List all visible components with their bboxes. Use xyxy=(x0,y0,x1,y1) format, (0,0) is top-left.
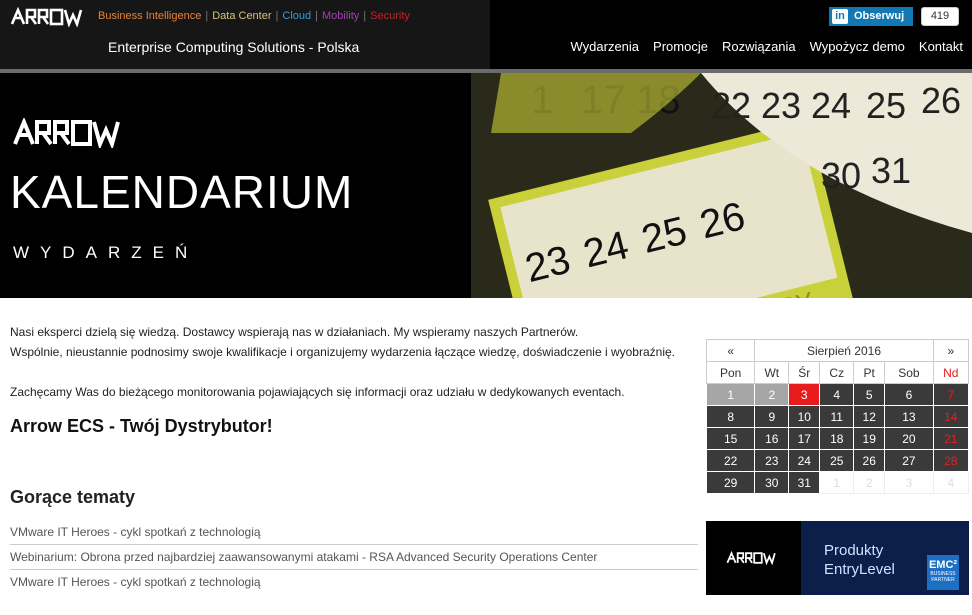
calendar-day[interactable]: 14 xyxy=(932,405,970,428)
entry-level-products-ad[interactable]: Produkty EntryLevel EMC² BUSINESS PARTNE… xyxy=(706,521,969,595)
emc-line-2: PARTNER xyxy=(931,577,955,583)
calendar-day[interactable]: 18 xyxy=(819,427,855,450)
calendar-day[interactable]: 10 xyxy=(788,405,821,428)
calendar-day[interactable]: 5 xyxy=(853,383,886,406)
calendar-day-next-month: 4 xyxy=(932,471,970,494)
nav-wypozycz-demo[interactable]: Wypożycz demo xyxy=(810,39,905,54)
calendar-day[interactable]: 26 xyxy=(853,449,886,472)
event-calendar: « Sierpień 2016 » Pon Wt Śr Cz Pt Sob Nd… xyxy=(705,339,970,494)
hot-topic-link[interactable]: VMware IT Heroes - cykl spotkań z techno… xyxy=(10,520,698,545)
banner-title: KALENDARIUM xyxy=(10,166,354,218)
hot-topics-title: Gorące tematy xyxy=(10,487,136,507)
calendar-day[interactable]: 27 xyxy=(884,449,934,472)
calendar-day[interactable]: 21 xyxy=(932,427,970,450)
calendar-day[interactable]: 25 xyxy=(819,449,855,472)
svg-text:31: 31 xyxy=(871,150,911,191)
calendar-day[interactable]: 28 xyxy=(932,449,970,472)
svg-text:26: 26 xyxy=(921,80,961,121)
arrow-logo[interactable] xyxy=(10,7,90,27)
calendar-day[interactable]: 2 xyxy=(754,383,790,406)
calendar-day[interactable]: 4 xyxy=(819,383,855,406)
calendar-day[interactable]: 8 xyxy=(705,405,756,428)
calendar-month-title: Sierpień 2016 xyxy=(754,339,934,362)
intro-line-3: Zachęcamy Was do bieżącego monitorowania… xyxy=(10,385,625,399)
linkedin-follow-button[interactable]: in Obserwuj xyxy=(829,7,913,26)
hot-topics-list: VMware IT Heroes - cykl spotkań z techno… xyxy=(10,520,698,594)
hero-banner: KALENDARIUM WYDARZEŃ 23242526 MARCH FEBR… xyxy=(0,73,972,298)
calendar-day[interactable]: 12 xyxy=(853,405,886,428)
division-data-center[interactable]: Data Center xyxy=(212,10,271,22)
follower-count: 419 xyxy=(921,7,959,26)
weekday-header: Pon xyxy=(705,361,756,384)
division-links: Business Intelligence | Data Center | Cloud |… xyxy=(98,10,410,22)
svg-text:24: 24 xyxy=(811,85,851,126)
svg-text:22: 22 xyxy=(711,85,751,126)
calendar-day[interactable]: 13 xyxy=(884,405,934,428)
calendar-day[interactable]: 6 xyxy=(884,383,934,406)
calendar-day[interactable]: 20 xyxy=(884,427,934,450)
ad-line-2: EntryLevel xyxy=(824,561,895,578)
banner-subtitle: WYDARZEŃ xyxy=(13,243,199,262)
main-nav: Wydarzenia Promocje Rozwiązania Wypożycz… xyxy=(571,39,964,54)
intro-line-1: Nasi eksperci dzielą się wiedzą. Dostawc… xyxy=(10,325,579,339)
calendar-pages-image: 23242526 MARCH FEBRUARY 2223242526 3031 … xyxy=(471,73,972,298)
calendar-day[interactable]: 16 xyxy=(754,427,790,450)
division-business-intelligence[interactable]: Business Intelligence xyxy=(98,10,201,22)
calendar-day[interactable]: 19 xyxy=(853,427,886,450)
nav-wydarzenia[interactable]: Wydarzenia xyxy=(571,39,640,54)
division-security[interactable]: Security xyxy=(370,10,410,22)
weekday-header: Pt xyxy=(853,361,886,384)
calendar-day[interactable]: 1 xyxy=(705,383,756,406)
calendar-day[interactable]: 15 xyxy=(705,427,756,450)
calendar-day[interactable]: 31 xyxy=(788,471,821,494)
company-name: Enterprise Computing Solutions - Polska xyxy=(108,39,360,55)
ad-line-1: Produkty xyxy=(824,542,884,559)
emc-partner-badge: EMC² BUSINESS PARTNER xyxy=(927,555,959,590)
calendar-day-next-month: 3 xyxy=(884,471,934,494)
intro-text: Nasi eksperci dzielą się wiedzą. Dostawc… xyxy=(10,322,700,402)
top-bar: Business Intelligence | Data Center | Cloud |… xyxy=(0,0,972,69)
ad-text: Produkty EntryLevel xyxy=(824,541,895,579)
calendar-day[interactable]: 22 xyxy=(705,449,756,472)
follow-label: Obserwuj xyxy=(854,10,905,22)
nav-rozwiazania[interactable]: Rozwiązania xyxy=(722,39,796,54)
calendar-day-today[interactable]: 3 xyxy=(788,383,821,406)
distributor-headline: Arrow ECS - Twój Dystrybutor! xyxy=(10,416,273,436)
svg-text:23: 23 xyxy=(761,85,801,126)
svg-text:30: 30 xyxy=(821,155,861,196)
hot-topic-link[interactable]: VMware IT Heroes - cykl spotkań z techno… xyxy=(10,570,698,594)
calendar-day[interactable]: 23 xyxy=(754,449,790,472)
weekday-header: Cz xyxy=(819,361,855,384)
prev-month-button[interactable]: « xyxy=(705,339,756,362)
intro-line-2: Wspólnie, nieustannie podnosimy swoje kw… xyxy=(10,345,675,359)
weekday-header: Śr xyxy=(788,361,821,384)
division-mobility[interactable]: Mobility xyxy=(322,10,359,22)
calendar-day[interactable]: 11 xyxy=(819,405,855,428)
calendar-day[interactable]: 17 xyxy=(788,427,821,450)
calendar-day[interactable]: 24 xyxy=(788,449,821,472)
calendar-day[interactable]: 30 xyxy=(754,471,790,494)
weekday-header: Nd xyxy=(932,361,970,384)
calendar-day[interactable]: 9 xyxy=(754,405,790,428)
arrow-logo-ad xyxy=(726,551,776,565)
division-cloud[interactable]: Cloud xyxy=(282,10,311,22)
svg-text:25: 25 xyxy=(866,85,906,126)
hot-topic-link[interactable]: Webinarium: Obrona przed najbardziej zaa… xyxy=(10,545,698,570)
weekday-header: Wt xyxy=(754,361,790,384)
arrow-logo-large xyxy=(13,118,120,148)
linkedin-icon: in xyxy=(832,9,848,24)
nav-promocje[interactable]: Promocje xyxy=(653,39,708,54)
calendar-day[interactable]: 29 xyxy=(705,471,756,494)
weekday-header: Sob xyxy=(884,361,934,384)
next-month-button[interactable]: » xyxy=(932,339,970,362)
calendar-day[interactable]: 7 xyxy=(932,383,970,406)
emc-logo: EMC² xyxy=(928,559,958,571)
nav-kontakt[interactable]: Kontakt xyxy=(919,39,963,54)
calendar-day-next-month: 2 xyxy=(853,471,886,494)
calendar-day-next-month: 1 xyxy=(819,471,855,494)
